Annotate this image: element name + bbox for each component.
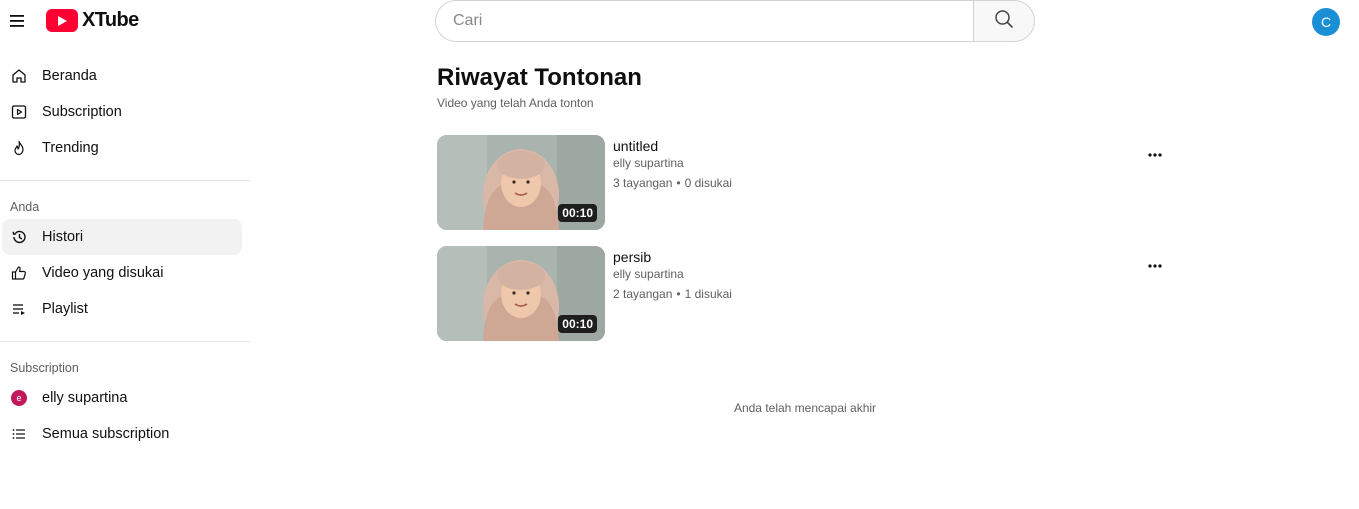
channel-avatar: e [10,389,28,407]
video-title[interactable]: untitled [613,138,658,154]
menu-icon[interactable] [6,10,28,32]
sidebar-item-label: Trending [42,140,99,156]
more-options-button[interactable] [1143,254,1167,274]
logo[interactable]: XTube [46,9,139,32]
sidebar-item-video-disukai[interactable]: Video yang disukai [2,255,242,291]
fire-icon [10,139,28,157]
home-icon [10,67,28,85]
page-title: Riwayat Tontonan [437,64,642,91]
top-bar: XTube C [0,0,1359,42]
video-meta: 2 tayangan • 1 disukai [613,287,732,301]
video-thumbnail[interactable]: 00:10 [437,246,605,341]
sidebar-item-label: Histori [42,229,84,245]
thumbs-up-icon [10,264,28,282]
divider [0,341,250,342]
search-bar [435,0,1035,42]
video-item: 00:10 untitled elly supartina 3 tayangan… [437,135,1177,230]
sidebar-item-histori[interactable]: Histori [2,219,242,255]
video-meta: 3 tayangan • 0 disukai [613,176,732,190]
sidebar-item-playlist[interactable]: Playlist [2,291,242,327]
playlist-icon [10,300,28,318]
sidebar-item-label: Playlist [42,301,88,317]
page-subtitle: Video yang telah Anda tonton [437,96,594,110]
sidebar-item-label: Video yang disukai [42,265,164,281]
video-views: 3 tayangan [613,176,673,190]
sidebar-item-subscription[interactable]: Subscription [2,94,242,130]
video-channel[interactable]: elly supartina [613,267,684,281]
meta-separator: • [676,287,681,301]
logo-text: XTube [82,9,139,31]
more-options-button[interactable] [1143,143,1167,163]
video-duration: 00:10 [558,315,597,333]
search-button[interactable] [973,0,1035,42]
sidebar: Beranda Subscription Trending Anda Histo… [0,58,250,452]
list-icon [10,425,28,443]
video-channel[interactable]: elly supartina [613,156,684,170]
video-likes: 0 disukai [684,176,732,190]
video-duration: 00:10 [558,204,597,222]
video-item: 00:10 persib elly supartina 2 tayangan • 1… [437,246,1177,341]
search-input[interactable] [435,0,974,42]
sidebar-item-label: Subscription [42,104,122,120]
meta-separator: • [676,176,681,190]
search-icon [994,9,1014,34]
history-icon [10,228,28,246]
video-title[interactable]: persib [613,249,651,265]
video-views: 2 tayangan [613,287,673,301]
sidebar-item-label: elly supartina [42,390,128,406]
divider [0,180,250,181]
more-vert-icon [1148,144,1162,162]
section-title-subscription: Subscription [10,361,79,375]
end-of-list-message: Anda telah mencapai akhir [733,401,877,415]
sidebar-item-trending[interactable]: Trending [2,130,242,166]
video-thumbnail[interactable]: 00:10 [437,135,605,230]
channel-avatar-letter: e [11,390,27,406]
video-likes: 1 disukai [684,287,732,301]
sidebar-item-channel-elly[interactable]: e elly supartina [2,380,242,416]
sidebar-item-label: Beranda [42,68,97,84]
play-logo-icon [46,9,78,32]
user-avatar[interactable]: C [1312,8,1340,36]
sidebar-item-semua-subscription[interactable]: Semua subscription [2,416,242,452]
subscriptions-icon [10,103,28,121]
more-vert-icon [1148,255,1162,273]
section-title-anda: Anda [10,200,40,214]
sidebar-item-label: Semua subscription [42,426,170,442]
sidebar-item-beranda[interactable]: Beranda [2,58,242,94]
